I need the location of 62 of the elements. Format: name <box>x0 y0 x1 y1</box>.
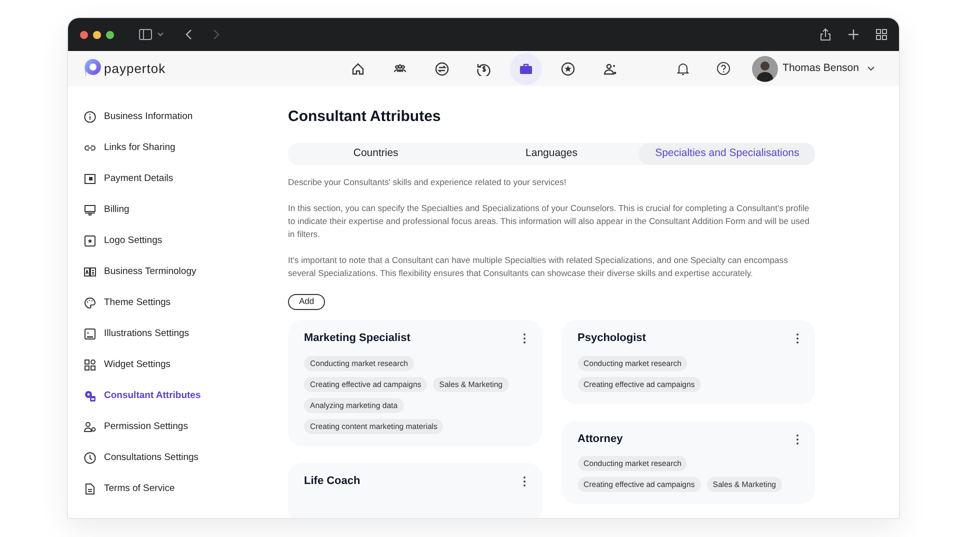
sidebar-item[interactable]: Links for Sharing <box>84 139 268 157</box>
minimize-window-button[interactable] <box>93 30 101 38</box>
description-paragraph: It's important to note that a Consultant can have multiple Specialties with related Specializations, and one Specialty can encompass several Specializations. This flexibility ensures that Consultants can showcase their diverse skills and expertise accurately. <box>288 254 789 280</box>
logo-icon <box>84 58 102 79</box>
description-paragraph: Describe your Consultants' skills and experience related to your services! <box>288 176 568 188</box>
home-icon <box>351 62 365 76</box>
description-paragraph: In this section, you can specify the Specialties and Specializations of your Counselors. This is crucial for completing a Consultant's profile to indicate their expertise and professional focus areas. This information will also appear in the Consultant Addition Form and will be used in filters. <box>288 202 810 240</box>
briefcase-icon <box>519 62 533 76</box>
back-icon[interactable] <box>185 29 192 40</box>
history-icon <box>477 62 491 76</box>
help-icon[interactable] <box>716 62 730 75</box>
card-icon <box>84 173 96 185</box>
user-name[interactable]: Thomas Benson <box>782 60 859 76</box>
palette-icon <box>84 297 96 309</box>
sidebar-toggle-icon[interactable] <box>139 29 152 40</box>
tab[interactable]: Countries <box>288 142 464 164</box>
sidebar-item[interactable]: Business Information <box>84 108 268 126</box>
exchange-icon <box>435 62 449 76</box>
sidebar-item[interactable]: Illustrations Settings <box>84 325 268 343</box>
page-title: Consultant Attributes <box>288 107 442 127</box>
widget-grid-icon <box>84 359 96 371</box>
sidebar-item[interactable]: Logo Settings <box>84 232 268 250</box>
sidebar-item[interactable]: Consultant Attributes <box>84 387 268 405</box>
nav-button[interactable] <box>510 53 542 85</box>
chevron-down-icon[interactable] <box>157 32 164 37</box>
chevron-down-icon[interactable] <box>867 66 875 71</box>
image-icon <box>84 328 96 340</box>
sidebar-item[interactable]: Payment Details <box>84 170 268 188</box>
card-title: Psychologist <box>578 331 646 346</box>
clock-icon <box>84 452 96 464</box>
sidebar-item[interactable]: Business Terminology <box>84 263 268 281</box>
more-options-icon[interactable] <box>796 434 799 444</box>
card-title: Attorney <box>578 432 623 447</box>
sidebar-item[interactable]: Permission Settings <box>84 418 268 436</box>
share-icon[interactable] <box>820 28 831 41</box>
more-options-icon[interactable] <box>522 333 526 344</box>
user-avatar[interactable] <box>752 56 778 82</box>
add-button[interactable]: Add <box>288 294 326 310</box>
users-icon <box>603 62 617 76</box>
tab[interactable]: Specialties and Specialisations <box>639 142 816 164</box>
more-options-icon[interactable] <box>522 476 526 486</box>
app-logo: paypertok <box>104 60 166 78</box>
sidebar-item[interactable]: Consultations Settings <box>84 449 268 467</box>
sidebar-item[interactable]: Terms of Service <box>84 480 268 498</box>
notification-bell-icon[interactable] <box>676 62 689 76</box>
sidebar-item[interactable]: Theme Settings <box>84 294 268 312</box>
user-gear-icon <box>84 421 96 433</box>
close-window-button[interactable] <box>80 30 88 38</box>
sidebar-item[interactable]: Billing <box>84 201 268 219</box>
monitor-icon <box>84 204 96 216</box>
info-icon <box>84 111 96 123</box>
card-title: Life Coach <box>304 474 360 489</box>
card-title: Marketing Specialist <box>304 331 410 346</box>
book-icon <box>84 266 96 278</box>
document-icon <box>84 483 96 495</box>
more-options-icon[interactable] <box>796 333 799 344</box>
sidebar-item[interactable]: Widget Settings <box>84 356 268 374</box>
new-tab-icon[interactable] <box>848 29 859 40</box>
gear-icon <box>84 390 96 402</box>
tab[interactable]: Languages <box>464 142 640 164</box>
maximize-window-button[interactable] <box>106 30 114 38</box>
tab-overview-icon[interactable] <box>876 29 887 40</box>
